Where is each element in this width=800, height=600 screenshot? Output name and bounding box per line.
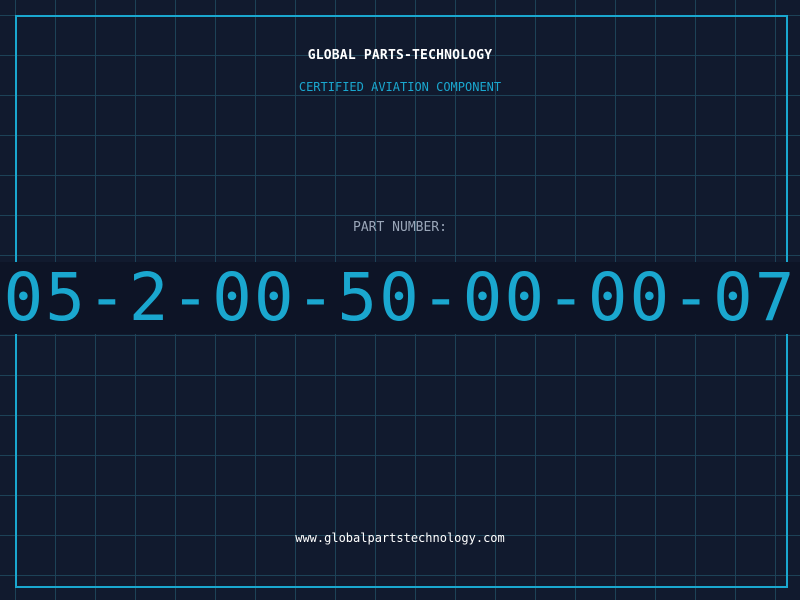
brand-title: GLOBAL PARTS-TECHNOLOGY <box>307 48 493 63</box>
certification-subtitle: CERTIFIED AVIATION COMPONENT <box>298 80 502 94</box>
part-number-value: 05-2-00-50-00-00-07 <box>3 262 797 334</box>
website-url: www.globalpartstechnology.com <box>295 531 505 545</box>
part-number-band: 05-2-00-50-00-00-07 <box>0 262 800 334</box>
part-number-label: PART NUMBER: <box>353 220 447 235</box>
label-canvas: GLOBAL PARTS-TECHNOLOGY CERTIFIED AVIATI… <box>0 0 800 600</box>
